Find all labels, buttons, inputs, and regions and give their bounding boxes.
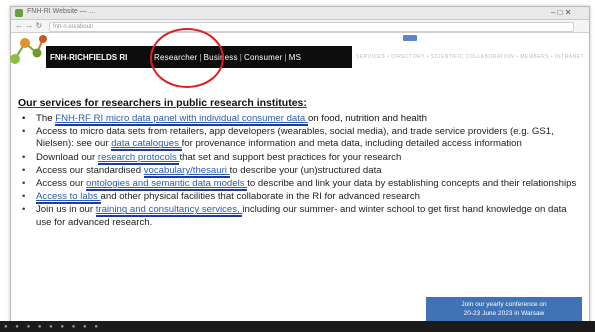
nav-researcher[interactable]: Researcher [154,53,197,62]
link-access-to-labs[interactable]: Access to labs [36,191,101,205]
item-text: that set and support best practices for … [179,151,402,163]
link-research-protocols[interactable]: research protocols [97,151,180,165]
nav-consumer[interactable]: Consumer [244,53,283,62]
address-bar: ← → ↻ fnh-ri.eu/about/ [11,20,589,33]
link-vocabulary-thesauri[interactable]: vocabulary/thesauri [143,164,230,178]
url-input[interactable]: fnh-ri.eu/about/ [49,22,574,32]
item-text: for provenance information and meta data… [181,138,522,150]
link-micro-data-panel[interactable]: FNH-RF RI micro data panel with individu… [55,113,308,126]
nav-ms[interactable]: MS [289,53,301,62]
taskbar-icons: ● ● ● ● ● ● ● ● ● [4,324,101,330]
fnh-logo-icon[interactable] [7,31,49,69]
link-data-catalogues[interactable]: data catalogues [111,138,182,152]
item-text: and other physical facilities that colla… [100,191,420,203]
site-search-button[interactable] [403,35,417,41]
secondary-nav[interactable]: SERVICES • DIRECTORY • SCIENTIFIC COLLAB… [356,54,584,60]
services-list: The FNH-RF RI micro data panel with indi… [22,113,578,230]
item-text: to describe your (un)structured data [229,164,382,176]
audience-nav: Researcher | Business | Consumer | MS [154,53,301,62]
list-item: Access our standardised vocabulary/thesa… [22,164,578,178]
list-item: Access to labs and other physical facili… [22,191,578,205]
list-item: Join us in our training and consultancy … [22,204,578,228]
link-ontologies[interactable]: ontologies and semantic data models [86,178,248,192]
item-text: on food, nutrition and health [307,113,427,124]
page-heading: Our services for researchers in public r… [18,97,307,109]
tab-title[interactable]: FNH-RI Website — … [27,8,96,15]
conference-banner[interactable]: Join our yearly conference on 20-23 June… [426,297,582,321]
link-training-consultancy[interactable]: training and consultancy services, [95,204,243,218]
banner-line-2: 20-23 June 2023 in Warsaw [463,310,545,317]
list-item: Access our ontologies and semantic data … [22,178,578,192]
item-text: Join us in our [36,204,96,216]
item-text: Download our [36,151,98,163]
item-text: to describe and link your data by establ… [247,178,577,190]
nav-arrows-icon[interactable]: ← → ↻ [15,21,42,30]
list-item: Download our research protocols that set… [22,151,578,165]
list-item: The FNH-RF RI micro data panel with indi… [22,113,578,126]
nav-business[interactable]: Business [204,53,238,62]
item-text: The [36,113,56,124]
banner-line-1: Join our yearly conference on [461,301,547,308]
site-brand[interactable]: FNH-RICHFIELDS RI [50,53,127,62]
item-text: Access our standardised [36,164,144,176]
list-item: Access to micro data sets from retailers… [22,126,578,152]
item-text: Access our [36,178,87,190]
window-controls[interactable]: – □ ✕ [551,8,571,18]
title-bar: FNH-RI Website — … – □ ✕ [11,7,589,20]
favicon-icon [15,9,23,17]
